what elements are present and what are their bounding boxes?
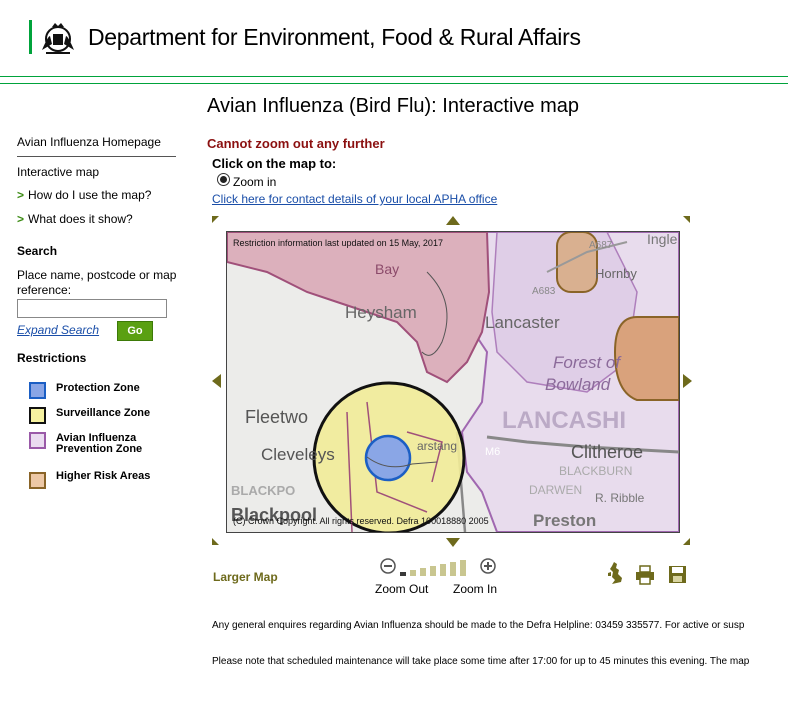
prevention-zone-swatch [29, 432, 46, 449]
map-place-label: DARWEN [529, 483, 582, 497]
higher-risk-swatch [29, 472, 46, 489]
zoom-in-radio[interactable] [217, 173, 230, 186]
map-place-label: Preston [533, 511, 596, 530]
nav-link-how-to-use[interactable]: > How do I use the map? [17, 188, 151, 202]
interactive-map[interactable]: Restriction information last updated on … [226, 231, 680, 533]
protection-zone-swatch [29, 382, 46, 399]
map-place-label: Bowland [545, 375, 611, 394]
restrictions-heading: Restrictions [17, 351, 87, 365]
pan-northwest-icon[interactable] [212, 216, 219, 223]
map-place-label: arstang [417, 439, 457, 453]
pan-up-icon[interactable] [446, 216, 460, 225]
map-updated-text: Restriction information last updated on … [233, 238, 443, 248]
pan-northeast-icon[interactable] [683, 216, 690, 223]
pan-left-icon[interactable] [212, 374, 221, 388]
map-place-label: Hornby [595, 266, 637, 281]
map-place-label: Lancaster [485, 313, 560, 332]
pan-southeast-icon[interactable] [683, 538, 690, 545]
nav-item-interactive-map: Interactive map [17, 165, 100, 179]
map-road-label: A687 [589, 240, 613, 251]
zoom-out-label[interactable]: Zoom Out [375, 582, 428, 596]
map-road-label: M6 [485, 446, 500, 458]
chevron-right-icon: > [17, 212, 25, 226]
map-place-label: Cleveleys [261, 445, 335, 464]
uk-map-icon[interactable] [607, 561, 625, 585]
map-place-label: R. Ribble [595, 491, 645, 505]
zoom-in-icon[interactable] [480, 558, 496, 574]
zoom-level-step[interactable] [450, 562, 456, 576]
zoom-level-step[interactable] [420, 568, 426, 576]
page-title: Avian Influenza (Bird Flu): Interactive … [207, 95, 580, 117]
larger-map-link[interactable]: Larger Map [213, 570, 278, 584]
map-place-label: BLACKPO [231, 483, 295, 498]
nav-link-label: How do I use the map? [28, 188, 152, 202]
nav-divider [17, 156, 176, 157]
map-place-label: Clitheroe [571, 442, 643, 462]
chevron-right-icon: > [17, 188, 25, 202]
royal-crest-logo [38, 18, 78, 58]
pan-southwest-icon[interactable] [212, 538, 219, 545]
map-place-label: Fleetwo [245, 407, 308, 427]
helpline-notice: Any general enquires regarding Avian Inf… [212, 620, 745, 631]
nav-link-home[interactable]: Avian Influenza Homepage [17, 135, 161, 149]
map-place-label: Heysham [345, 303, 417, 322]
zoom-level-step[interactable] [430, 566, 436, 576]
header-accent-bar [29, 20, 32, 54]
surveillance-zone-swatch [29, 407, 46, 424]
zoom-out-icon[interactable] [380, 558, 396, 574]
zoom-level-steps[interactable] [400, 560, 466, 576]
maintenance-notice: Please note that scheduled maintenance w… [212, 656, 750, 667]
org-name: Department for Environment, Food & Rural… [88, 24, 581, 50]
map-place-label: BLACKBURN [559, 464, 632, 478]
map-copyright: (C) Crown Copyright. All rights reserved… [233, 516, 489, 526]
nav-link-label: What does it show? [28, 212, 133, 226]
zoom-level-step[interactable] [410, 570, 416, 576]
legend-label: Avian Influenza Prevention Zone [56, 432, 143, 455]
pan-right-icon[interactable] [683, 374, 692, 388]
zoom-slider[interactable] [378, 557, 498, 579]
zoom-error-message: Cannot zoom out any further [207, 136, 385, 151]
search-input[interactable] [17, 299, 167, 318]
legend-label: Higher Risk Areas [56, 470, 151, 482]
legend-label: Protection Zone [56, 382, 140, 394]
zoom-level-step[interactable] [460, 560, 466, 576]
map-place-label: LANCASHI [502, 407, 626, 434]
nav-link-what-it-shows[interactable]: > What does it show? [17, 212, 133, 226]
map-place-label: Forest of [553, 353, 622, 372]
map-place-label: Ingle [647, 232, 678, 247]
zoom-in-radio-label: Zoom in [233, 175, 277, 189]
map-place-label: Bay [375, 261, 399, 277]
zoom-level-step[interactable] [440, 564, 446, 576]
zoom-in-label[interactable]: Zoom In [453, 582, 497, 596]
click-instructions-heading: Click on the map to: [212, 156, 337, 171]
zoom-level-step[interactable] [400, 572, 406, 576]
header-divider [0, 76, 788, 77]
apha-contact-link[interactable]: Click here for contact details of your l… [212, 192, 497, 206]
go-button[interactable]: Go [117, 321, 153, 341]
search-label: Place name, postcode or map reference: [17, 268, 177, 297]
expand-search-link[interactable]: Expand Search [17, 323, 99, 337]
search-heading: Search [17, 244, 58, 258]
print-icon[interactable] [635, 565, 655, 585]
map-road-label: A683 [532, 286, 556, 297]
legend-label: Surveillance Zone [56, 407, 151, 419]
pan-down-icon[interactable] [446, 538, 460, 547]
header-divider [0, 83, 788, 84]
save-icon[interactable] [668, 565, 687, 584]
